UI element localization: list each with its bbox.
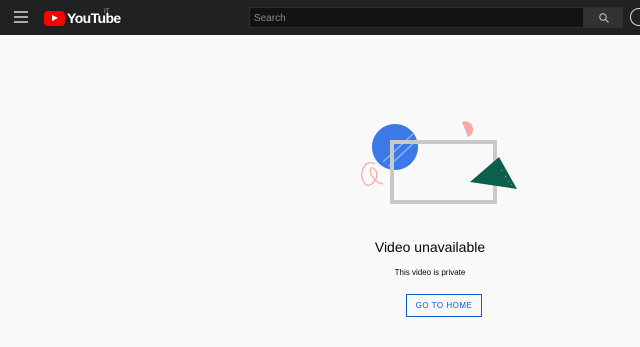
blue-circle-shape [372, 124, 418, 170]
country-code: IT [104, 9, 110, 15]
logo-text: YouTube [67, 10, 121, 26]
search-input[interactable] [250, 9, 583, 28]
search-icon [598, 12, 609, 23]
unavailable-illustration [361, 121, 517, 204]
avatar[interactable] [630, 8, 640, 26]
youtube-play-icon [44, 10, 65, 26]
error-title: Video unavailable [374, 239, 486, 255]
hamburger-menu-icon[interactable] [14, 11, 28, 23]
pink-half-circle-shape [462, 121, 474, 137]
green-triangle-shape [470, 157, 517, 189]
top-bar: YouTube IT [0, 0, 640, 35]
go-to-home-button[interactable]: GO TO HOME [406, 294, 482, 317]
error-subtitle: This video is private [394, 268, 466, 277]
search-button[interactable] [584, 7, 623, 28]
search-box [249, 7, 584, 28]
pink-squiggle-shape [361, 162, 384, 186]
